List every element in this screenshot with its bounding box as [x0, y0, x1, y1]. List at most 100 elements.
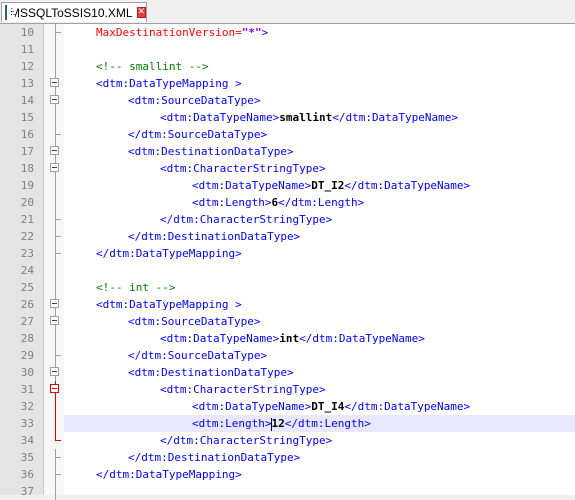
fold-line-marker: [48, 330, 63, 347]
code-line-content[interactable]: <dtm:CharacterStringType>: [64, 160, 575, 177]
fold-line-marker: [48, 279, 63, 296]
code-text: MaxDestinationVersion="*">: [96, 24, 268, 41]
fold-toggle-icon[interactable]: [48, 296, 63, 313]
code-line[interactable]: </dtm:CharacterStringType> 34: [0, 432, 575, 449]
fold-toggle-icon[interactable]: [48, 160, 63, 177]
code-line[interactable]: <dtm:CharacterStringType> 31: [0, 381, 575, 398]
code-line[interactable]: </dtm:DataTypeMapping> 36: [0, 466, 575, 483]
code-text: </dtm:DestinationDataType>: [128, 449, 300, 466]
code-line-content[interactable]: <!-- smallint -->: [64, 58, 575, 75]
code-text: <dtm:SourceDataType>: [128, 313, 260, 330]
code-token: <dtm:DataTypeMapping >: [96, 298, 242, 311]
code-line-content[interactable]: <dtm:DataTypeName>DT_I4</dtm:DataTypeNam…: [64, 398, 575, 415]
code-line-content[interactable]: </dtm:CharacterStringType>: [64, 211, 575, 228]
fold-line-marker: [48, 483, 63, 500]
code-line[interactable]: <dtm:DataTypeMapping > 13: [0, 75, 575, 92]
code-line-content[interactable]: <dtm:Length>6</dtm:Length>: [64, 194, 575, 211]
code-line-content[interactable]: [64, 262, 575, 279]
code-token: DT_I2: [311, 179, 345, 192]
code-lines: MaxDestinationVersion="*"> 10 11 <!-- small…: [0, 24, 575, 500]
code-line[interactable]: </dtm:SourceDataType> 29: [0, 347, 575, 364]
code-line-content[interactable]: </dtm:CharacterStringType>: [64, 432, 575, 449]
code-line[interactable]: <dtm:DataTypeName>DT_I2</dtm:DataTypeNam…: [0, 177, 575, 194]
code-line[interactable]: <!-- int --> 25: [0, 279, 575, 296]
code-line-content[interactable]: <dtm:DataTypeName>DT_I2</dtm:DataTypeNam…: [64, 177, 575, 194]
code-line-content[interactable]: <dtm:SourceDataType>: [64, 92, 575, 109]
code-line-content[interactable]: </dtm:DestinationDataType>: [64, 449, 575, 466]
code-line-content[interactable]: <dtm:DestinationDataType>: [64, 143, 575, 160]
code-token: </dtm:CharacterStringType>: [160, 434, 333, 447]
code-token: MaxDestinationVersion=: [96, 26, 242, 39]
code-line[interactable]: 37: [0, 483, 575, 500]
code-line[interactable]: <dtm:DataTypeMapping > 26: [0, 296, 575, 313]
fold-line-marker: [48, 211, 63, 228]
code-line-content[interactable]: <dtm:DataTypeMapping >: [64, 75, 575, 92]
code-line-content[interactable]: <dtm:CharacterStringType>: [64, 381, 575, 398]
code-token: </dtm:DataTypeName>: [299, 332, 425, 345]
code-line[interactable]: </dtm:SourceDataType> 16: [0, 126, 575, 143]
code-line-content[interactable]: <dtm:DataTypeMapping >: [64, 296, 575, 313]
line-number: 25: [20, 281, 34, 294]
code-line-content[interactable]: [64, 41, 575, 58]
code-line[interactable]: <dtm:DestinationDataType> 30: [0, 364, 575, 381]
line-number: 33: [20, 417, 34, 430]
code-line-content[interactable]: <dtm:DataTypeName>smallint</dtm:DataType…: [64, 109, 575, 126]
code-editor[interactable]: MaxDestinationVersion="*"> 10 11 <!-- small…: [0, 24, 575, 500]
code-line-content[interactable]: </dtm:SourceDataType>: [64, 347, 575, 364]
code-line[interactable]: 11: [0, 41, 575, 58]
line-number: 13: [20, 77, 34, 90]
code-line[interactable]: <dtm:DestinationDataType> 17: [0, 143, 575, 160]
fold-toggle-icon[interactable]: [48, 92, 63, 109]
code-line[interactable]: <dtm:Length>12</dtm:Length> 33: [0, 415, 575, 432]
code-token: <!-- smallint -->: [96, 60, 209, 73]
code-line[interactable]: <dtm:DataTypeName>int</dtm:DataTypeName>…: [0, 330, 575, 347]
code-line-content[interactable]: </dtm:DataTypeMapping>: [64, 245, 575, 262]
code-line[interactable]: <dtm:DataTypeName>smallint</dtm:DataType…: [0, 109, 575, 126]
code-line-content[interactable]: <dtm:DataTypeName>int</dtm:DataTypeName>: [64, 330, 575, 347]
code-token: <dtm:DestinationDataType>: [128, 366, 294, 379]
code-line-content[interactable]: [64, 483, 575, 500]
code-token: </dtm:SourceDataType>: [128, 349, 268, 362]
code-line-content[interactable]: MaxDestinationVersion="*">: [64, 24, 575, 41]
fold-toggle-icon[interactable]: [48, 143, 63, 160]
fold-line-marker: [48, 41, 63, 58]
code-line[interactable]: </dtm:CharacterStringType> 21: [0, 211, 575, 228]
code-line[interactable]: </dtm:DestinationDataType> 22: [0, 228, 575, 245]
code-text: <dtm:SourceDataType>: [128, 92, 260, 109]
code-line[interactable]: </dtm:DestinationDataType> 35: [0, 449, 575, 466]
code-line-content[interactable]: </dtm:SourceDataType>: [64, 126, 575, 143]
fold-toggle-icon[interactable]: [48, 364, 63, 381]
line-number: 27: [20, 315, 34, 328]
fold-line-marker: [48, 466, 63, 483]
code-line-content[interactable]: <dtm:SourceDataType>: [64, 313, 575, 330]
code-line[interactable]: <dtm:Length>6</dtm:Length> 20: [0, 194, 575, 211]
code-text: <!-- smallint -->: [96, 58, 209, 75]
line-number: 37: [20, 485, 34, 498]
code-line[interactable]: <dtm:SourceDataType> 14: [0, 92, 575, 109]
code-token: <!-- int -->: [96, 281, 176, 294]
code-line[interactable]: <dtm:CharacterStringType> 18: [0, 160, 575, 177]
fold-toggle-icon[interactable]: [48, 313, 63, 330]
line-number: 23: [20, 247, 34, 260]
code-line[interactable]: 24: [0, 262, 575, 279]
code-line-content[interactable]: </dtm:DataTypeMapping>: [64, 466, 575, 483]
fold-line-marker: [48, 398, 63, 415]
file-tab[interactable]: MSSQLToSSIS10.XML ✕: [1, 2, 147, 22]
code-line[interactable]: <dtm:SourceDataType> 27: [0, 313, 575, 330]
line-number: 10: [20, 26, 34, 39]
fold-toggle-icon[interactable]: [48, 75, 63, 92]
code-line[interactable]: MaxDestinationVersion="*"> 10: [0, 24, 575, 41]
code-token: >: [261, 26, 269, 39]
code-line-content[interactable]: </dtm:DestinationDataType>: [64, 228, 575, 245]
fold-toggle-icon[interactable]: [48, 381, 63, 398]
close-icon[interactable]: ✕: [136, 7, 147, 18]
code-line-content[interactable]: <dtm:DestinationDataType>: [64, 364, 575, 381]
code-line-content[interactable]: <!-- int -->: [64, 279, 575, 296]
fold-line-marker: [48, 24, 63, 41]
fold-line-marker: [48, 228, 63, 245]
code-line[interactable]: </dtm:DataTypeMapping> 23: [0, 245, 575, 262]
code-line[interactable]: <dtm:DataTypeName>DT_I4</dtm:DataTypeNam…: [0, 398, 575, 415]
code-line[interactable]: <!-- smallint --> 12: [0, 58, 575, 75]
line-number: 21: [20, 213, 34, 226]
code-line-content[interactable]: <dtm:Length>12</dtm:Length>: [64, 415, 575, 432]
